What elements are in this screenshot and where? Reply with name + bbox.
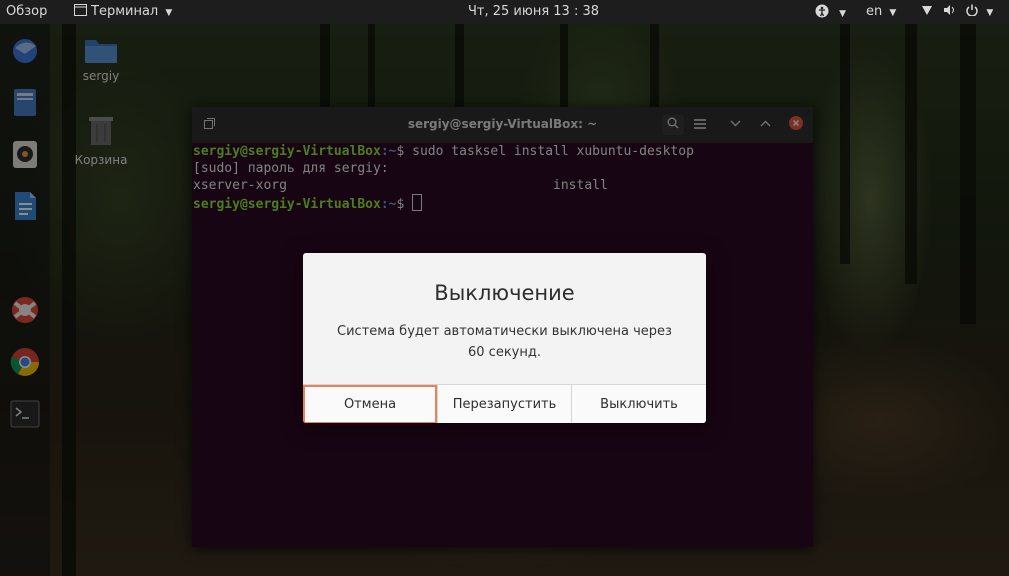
- dialog-button-bar: Отмена Перезапустить Выключить: [303, 384, 706, 423]
- chevron-down-icon: ▼: [986, 8, 994, 18]
- language-label: en: [866, 4, 883, 19]
- dialog-message: Система будет автоматически выключена че…: [337, 324, 672, 360]
- app-menu-button[interactable]: Терминал ▼: [74, 4, 172, 21]
- activities-button[interactable]: Обзор: [6, 4, 47, 20]
- network-icon: [922, 6, 932, 15]
- clock[interactable]: Чт, 25 июня 13 : 38: [468, 4, 599, 20]
- language-menu[interactable]: en ▼: [866, 4, 896, 21]
- terminal-app-icon: [74, 4, 87, 16]
- chevron-down-icon: ▼: [839, 9, 847, 19]
- accessibility-menu[interactable]: ▼: [815, 4, 846, 22]
- cancel-button[interactable]: Отмена: [303, 385, 437, 423]
- app-menu-label: Терминал: [91, 4, 159, 19]
- accessibility-icon: [815, 4, 829, 18]
- power-off-button[interactable]: Выключить: [572, 385, 706, 423]
- restart-button[interactable]: Перезапустить: [438, 385, 571, 423]
- dialog-title: Выключение: [434, 281, 575, 305]
- power-icon: [966, 4, 978, 17]
- chevron-down-icon: ▼: [889, 8, 897, 18]
- system-menu[interactable]: ▼: [921, 4, 993, 21]
- shutdown-dialog: Выключение Система будет автоматически в…: [303, 253, 706, 423]
- top-bar: Обзор Терминал ▼ Чт, 25 июня 13 : 38 ▼ e…: [0, 0, 1009, 24]
- chevron-down-icon: ▼: [165, 8, 173, 18]
- volume-icon: [944, 5, 955, 15]
